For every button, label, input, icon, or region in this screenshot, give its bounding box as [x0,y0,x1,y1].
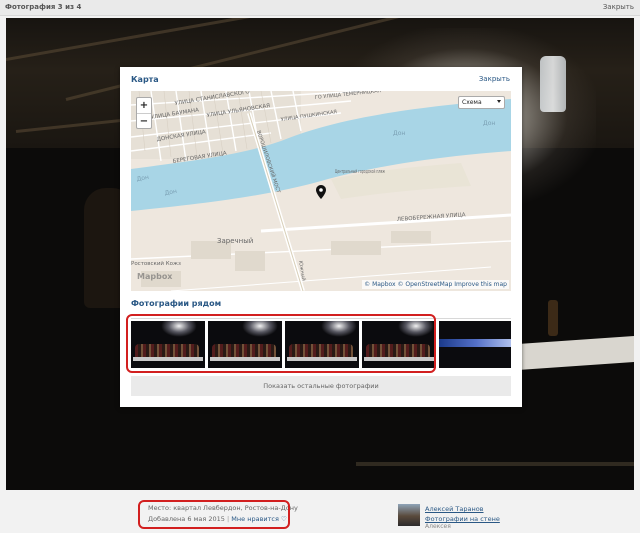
svg-text:Центральный городской пляж: Центральный городской пляж [335,168,385,175]
avatar[interactable] [398,504,420,526]
map-canvas[interactable]: УЛИЦА СТАНИСЛАВСКОГО УЛИЦА БАУМАНА УЛИЦА… [131,91,511,291]
svg-text:Дон: Дон [483,120,495,127]
show-more-photos-button[interactable]: Показать остальные фотографии [131,376,511,396]
svg-text:Заречный: Заречный [217,237,253,245]
svg-text:Дон: Дон [393,130,405,137]
map-dialog-close-link[interactable]: Закрыть [479,75,510,83]
highlight-annotation [126,314,436,373]
map-layer-select[interactable]: Схема [458,96,505,109]
map-attribution-link[interactable]: © Mapbox © OpenStreetMap Improve this ma… [362,280,509,289]
zoom-out-button[interactable]: − [137,113,151,128]
highlight-annotation [138,500,290,529]
mapbox-logo: Mapbox [137,272,173,281]
photo-water-bottle [540,56,566,112]
zoom-in-button[interactable]: + [137,98,151,113]
photo-floor-plank [356,462,634,466]
author-album-owner: Алексея [425,523,451,530]
svg-text:Ростовский Кожз: Ростовский Кожз [131,260,181,267]
author-album-link[interactable]: Фотографии на стене [425,515,500,523]
map-dialog-title: Карта [131,75,159,84]
photo-bottle [548,300,558,336]
photo-counter-title: Фотография 3 из 4 [5,3,82,11]
map-zoom-control: + − [136,97,152,129]
viewer-header: Фотография 3 из 4 Закрыть [0,0,640,16]
chevron-down-icon [497,100,501,103]
nearby-photo-thumb[interactable] [439,321,511,368]
photo-table [518,335,634,371]
map-layer-select-value: Схема [462,99,482,106]
nearby-photos-title: Фотографии рядом [131,299,222,308]
author-name-link[interactable]: Алексей Таранов [425,505,484,513]
viewer-close-link[interactable]: Закрыть [603,3,634,11]
map-pin-icon[interactable] [316,185,326,199]
